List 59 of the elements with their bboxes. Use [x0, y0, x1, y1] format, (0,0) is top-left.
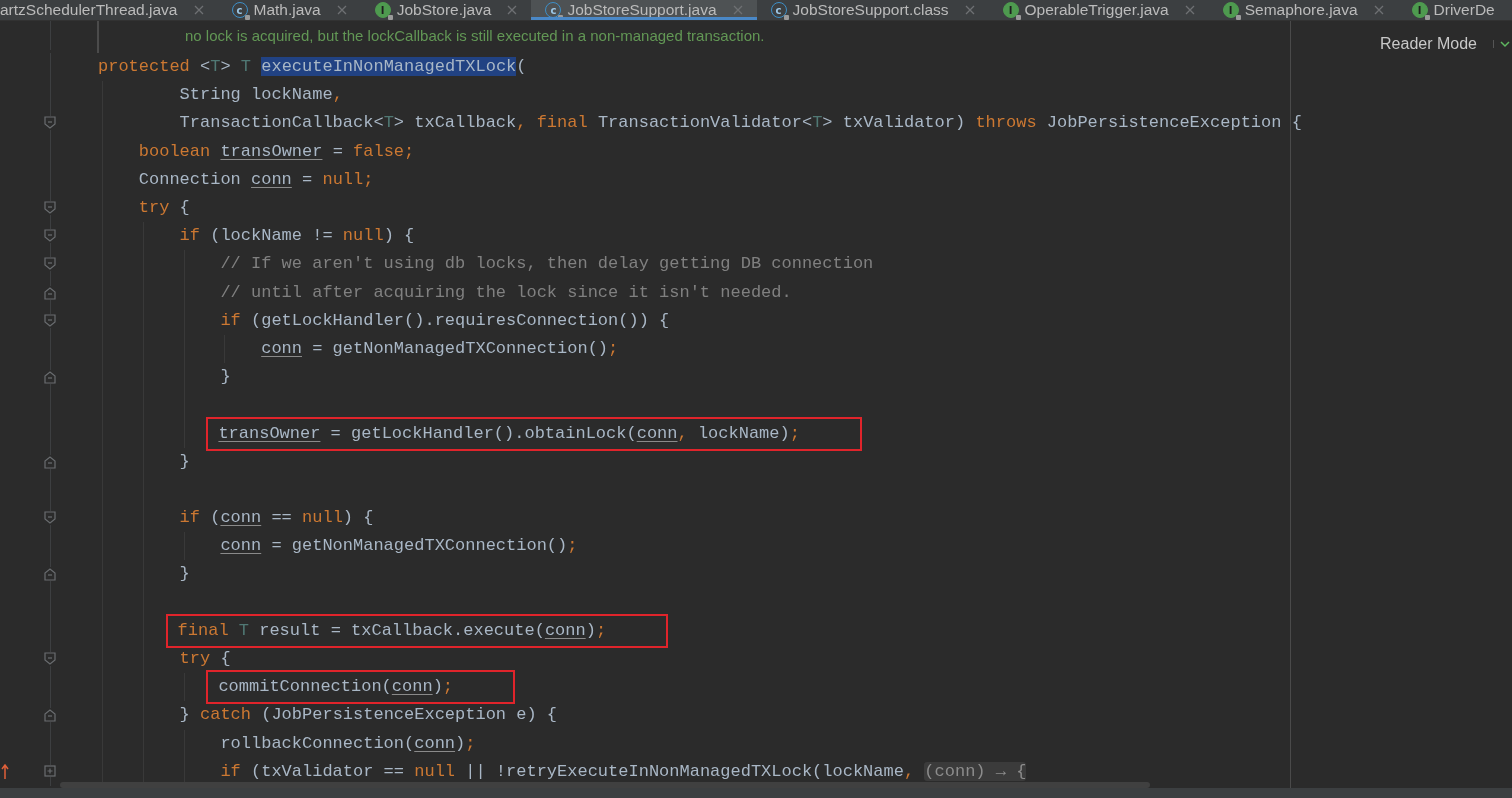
code-line: if (lockName != null) {	[179, 226, 415, 246]
file-type-icon: I	[1411, 2, 1428, 18]
code-line: conn = getNonManagedTXConnection();	[220, 536, 578, 556]
editor-tab[interactable]: I OperableTrigger.java	[988, 0, 1209, 20]
close-icon[interactable]	[507, 5, 518, 15]
fold-icon[interactable]	[44, 313, 56, 328]
code-line: }	[179, 451, 190, 471]
code-line: commitConnection(conn);	[218, 677, 454, 697]
editor-tab[interactable]: artzSchedulerThread.java	[0, 0, 218, 20]
close-icon[interactable]	[1184, 5, 1195, 15]
code-line: } catch (JobPersistenceException e) {	[179, 705, 558, 725]
code-line: final T result = txCallback.execute(conn);	[177, 620, 607, 640]
close-icon[interactable]	[732, 5, 743, 15]
editor-tab[interactable]: I JobStore.java	[360, 0, 532, 20]
file-type-icon: I	[1002, 2, 1019, 18]
editor-tab[interactable]: c Math.java	[217, 0, 361, 20]
code-line: if (getLockHandler().requiresConnection()) {	[220, 310, 670, 330]
editor-tab[interactable]: I Semaphore.java	[1208, 0, 1398, 20]
code-line: boolean transOwner = false;	[138, 141, 415, 161]
code-line: if (conn == null) {	[179, 508, 374, 528]
close-icon[interactable]	[1373, 5, 1384, 15]
close-icon[interactable]	[336, 5, 347, 15]
doc-comment: no lock is acquired, but the lockCallback is still executed in a non-managed transaction.	[185, 27, 765, 44]
fold-icon[interactable]	[44, 651, 56, 666]
code-line: if (txValidator == null || !retryExecuteInNonManagedTXLock(lockName, (conn) → {	[220, 761, 1027, 781]
code-line: // until after acquiring the lock since it isn't needed.	[220, 282, 792, 302]
code-line: transOwner = getLockHandler().obtainLock(conn, lockName);	[218, 423, 800, 443]
fold-icon[interactable]	[44, 116, 56, 131]
editor-tab[interactable]: c JobStoreSupport.class	[756, 0, 989, 20]
editor-tab[interactable]: I DriverDe	[1397, 0, 1509, 20]
fold-icon[interactable]	[44, 229, 56, 244]
reader-mode-button[interactable]: Reader Mode	[1376, 33, 1481, 55]
fold-icon[interactable]	[44, 257, 56, 272]
fold-icon[interactable]	[44, 200, 56, 215]
file-type-icon: I	[374, 2, 391, 18]
fold-icon[interactable]	[44, 370, 56, 385]
code-line: try {	[138, 198, 190, 218]
fold-icon[interactable]	[44, 708, 56, 723]
expand-icon[interactable]	[44, 764, 56, 777]
fold-icon[interactable]	[44, 285, 56, 300]
code-line: String lockName,	[179, 85, 343, 105]
check-icon[interactable]	[1493, 40, 1510, 48]
close-icon[interactable]	[964, 5, 975, 15]
fold-icon[interactable]	[44, 511, 56, 525]
code-line: rollbackConnection(conn);	[220, 733, 476, 753]
code-line: conn = getNonManagedTXConnection();	[261, 338, 619, 358]
code-line: try {	[179, 649, 231, 669]
editor-tab[interactable]: c JobStoreSupport.java	[531, 0, 757, 20]
code-line: }	[179, 564, 190, 584]
code-line: Connection conn = null;	[138, 169, 374, 189]
arrow-up-icon[interactable]	[1, 763, 9, 780]
fold-icon[interactable]	[44, 454, 56, 469]
code-line: // If we aren't using db locks, then delay getting DB connection	[220, 254, 874, 274]
file-type-icon: I	[1222, 2, 1239, 18]
close-icon[interactable]	[193, 5, 204, 15]
fold-icon[interactable]	[44, 567, 56, 582]
code-line: TransactionCallback<T> txCallback, final TransactionValidator<T> txValidator) throws JobPersistenceException {	[179, 113, 1302, 133]
code-line: }	[220, 367, 231, 387]
code-line: protected <T> T executeInNonManagedTXLock(	[98, 57, 527, 77]
